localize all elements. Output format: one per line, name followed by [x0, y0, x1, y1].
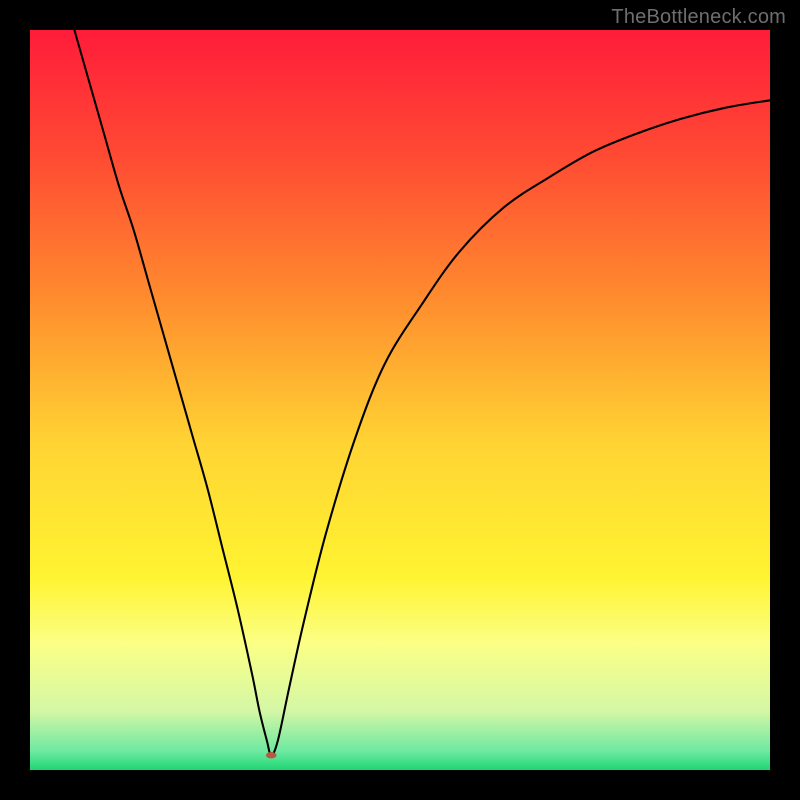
plot-area — [30, 30, 770, 770]
chart-svg — [30, 30, 770, 770]
chart-frame: TheBottleneck.com — [0, 0, 800, 800]
min-marker — [266, 752, 277, 758]
bottleneck-curve — [74, 30, 770, 755]
watermark-text: TheBottleneck.com — [611, 6, 786, 29]
